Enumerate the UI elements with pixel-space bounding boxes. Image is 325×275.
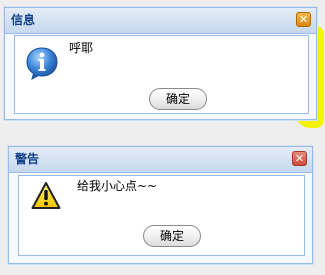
page-canvas: 信息 ✕ 呼耶 确定 警告 ✕ 给我小心点~~ 确定 bbox=[0, 0, 325, 275]
warning-dialog: 警告 ✕ 给我小心点~~ 确定 bbox=[8, 146, 313, 264]
info-ok-button[interactable]: 确定 bbox=[149, 88, 207, 110]
info-dialog-message: 呼耶 bbox=[69, 41, 94, 55]
info-dialog-title: 信息 bbox=[11, 13, 36, 27]
info-dialog-body: 呼耶 确定 bbox=[14, 35, 309, 114]
close-icon[interactable]: ✕ bbox=[296, 12, 311, 27]
warning-dialog-message: 给我小心点~~ bbox=[77, 179, 158, 193]
info-dialog-titlebar[interactable]: 信息 ✕ bbox=[5, 8, 316, 34]
warning-dialog-body: 给我小心点~~ 确定 bbox=[18, 175, 305, 256]
info-icon bbox=[25, 46, 59, 80]
warning-icon bbox=[31, 181, 61, 211]
warning-dialog-titlebar[interactable]: 警告 ✕ bbox=[9, 147, 312, 173]
close-icon[interactable]: ✕ bbox=[292, 151, 307, 166]
info-dialog: 信息 ✕ 呼耶 确定 bbox=[4, 7, 317, 120]
warning-dialog-title: 警告 bbox=[15, 152, 40, 166]
warning-ok-button[interactable]: 确定 bbox=[143, 225, 201, 247]
